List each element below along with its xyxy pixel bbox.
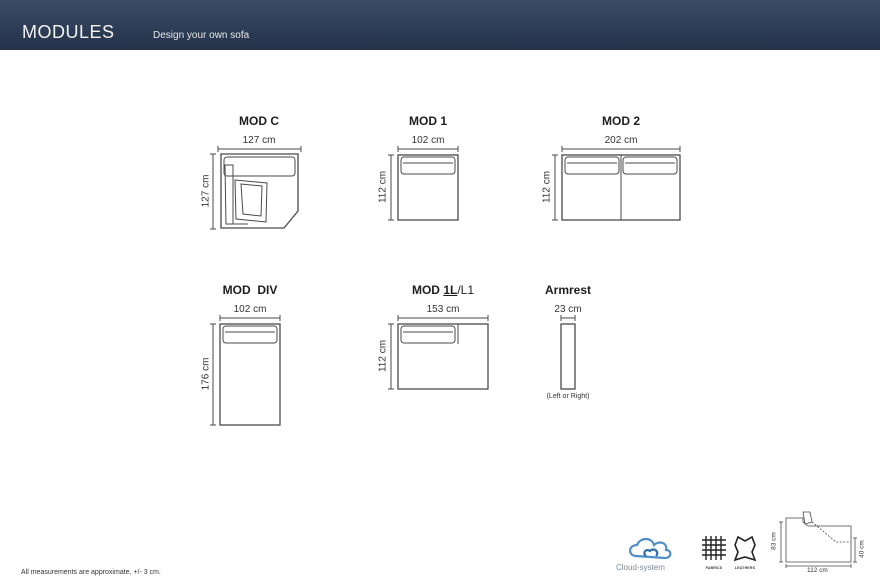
cloud-system-logo — [629, 537, 672, 560]
brand-label: Cloud-system — [616, 563, 665, 572]
mod-2-drawing — [552, 146, 681, 221]
mod-1l-title-suffix: /L1 — [457, 283, 475, 297]
leathers-label: LEATHERS — [734, 566, 756, 570]
mod-div-depth: 176 cm — [200, 357, 212, 391]
mod-1l-title-prefix: MOD — [411, 283, 444, 297]
mod-2-depth: 112 cm — [541, 170, 553, 204]
mod-c-drawing — [210, 146, 302, 230]
mod-1-width: 102 cm — [411, 135, 445, 146]
fabrics-icon — [702, 536, 726, 560]
profile-depth: 112 cm — [807, 567, 828, 574]
footer-disclaimer: All measurements are approximate, +/- 3 … — [21, 569, 161, 576]
mod-c-width: 127 cm — [242, 135, 276, 146]
mod-1l-title-underlined: 1L — [443, 283, 458, 297]
profile-height: 83 cm — [770, 532, 778, 550]
armrest-title: Armrest — [544, 283, 592, 297]
profile-seat-height: 40 cm — [858, 540, 866, 558]
armrest-note: (Left or Right) — [546, 393, 590, 400]
armrest-drawing — [560, 315, 576, 390]
mod-c-depth: 127 cm — [200, 174, 212, 208]
mod-1-drawing — [388, 146, 459, 221]
mod-div-title: MOD DIV — [222, 283, 278, 297]
side-profile-drawing — [779, 511, 857, 568]
mod-1l-depth: 112 cm — [377, 339, 389, 373]
mod-2-title: MOD 2 — [601, 114, 641, 128]
armrest-width: 23 cm — [554, 304, 582, 315]
mod-1-depth: 112 cm — [377, 170, 389, 204]
mod-1-title: MOD 1 — [408, 114, 448, 128]
mod-1l-drawing — [388, 315, 489, 390]
mod-c-title: MOD C — [239, 114, 279, 128]
mod-div-width: 102 cm — [233, 304, 267, 315]
mod-1l-title: MOD 1L/L1 — [412, 283, 474, 297]
mod-div-drawing — [210, 315, 281, 426]
mod-2-width: 202 cm — [604, 135, 638, 146]
fabrics-label: FABRICS — [705, 566, 723, 570]
mod-1l-width: 153 cm — [426, 304, 460, 315]
leathers-icon — [733, 535, 757, 562]
